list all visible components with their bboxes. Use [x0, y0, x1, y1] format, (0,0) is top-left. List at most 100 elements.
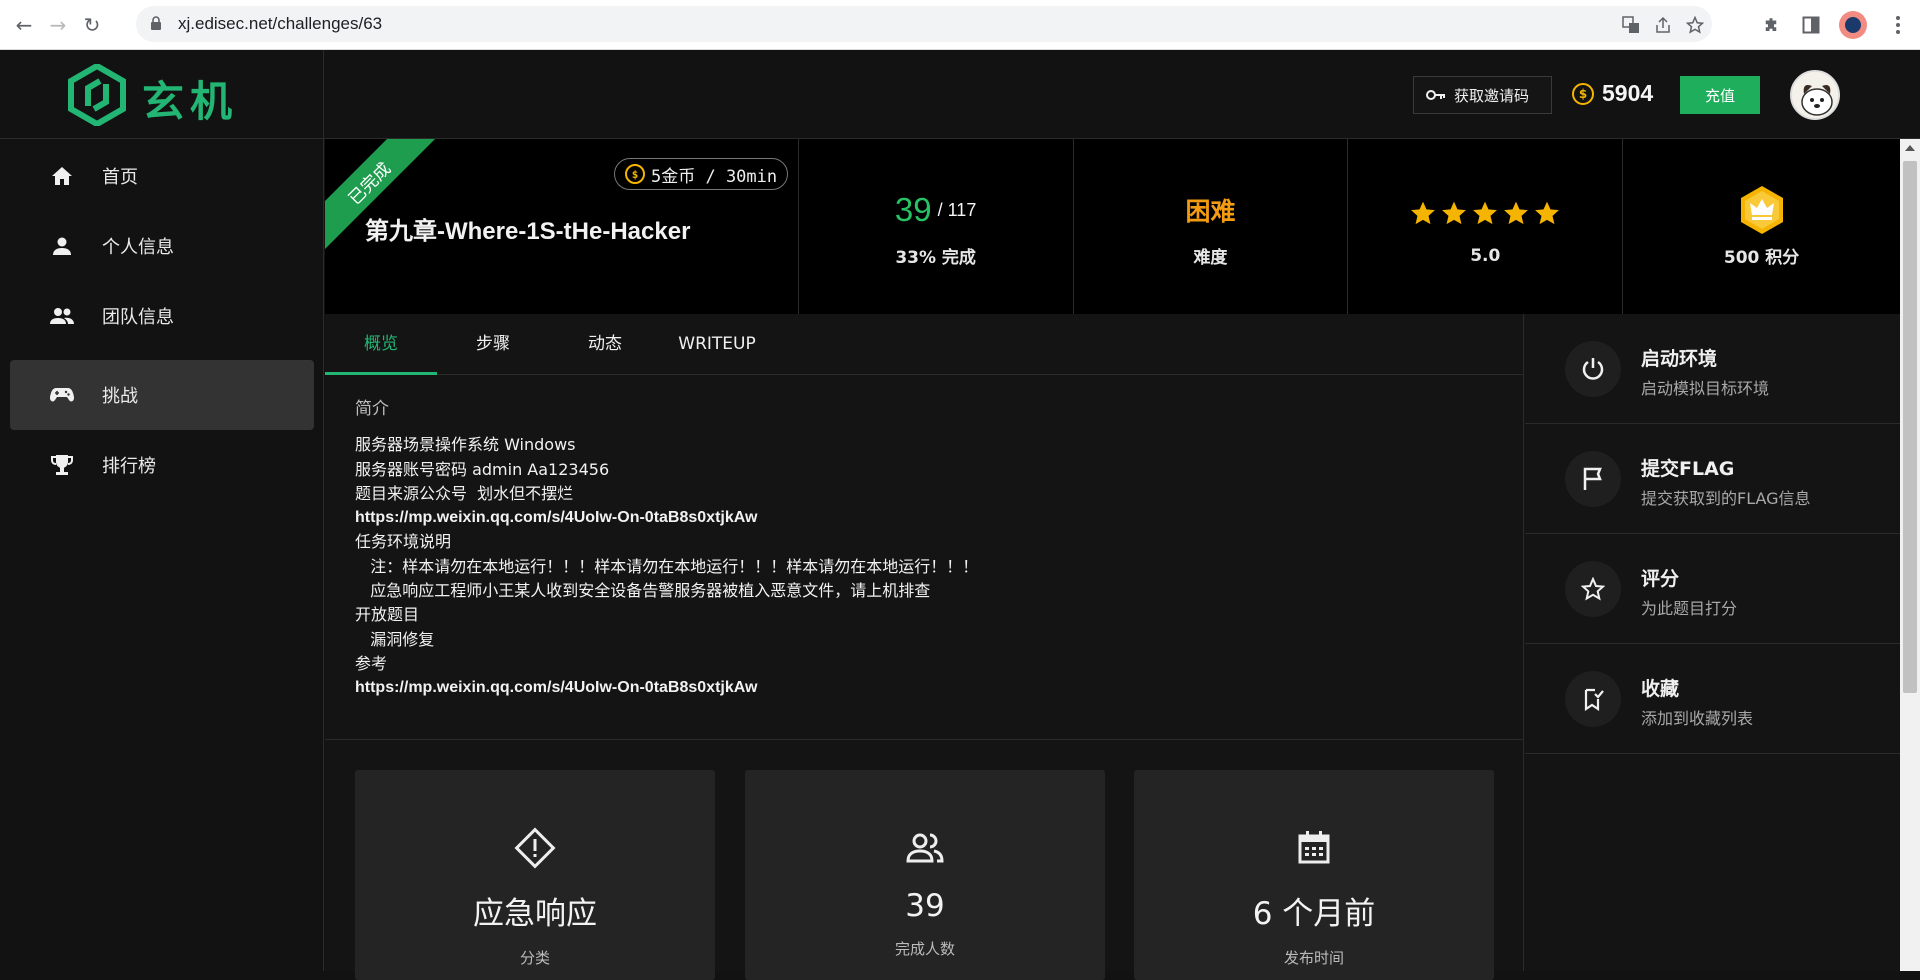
- publish-time-card: 6 个月前 发布时间: [1134, 770, 1494, 980]
- tab-writeup[interactable]: WRITEUP: [661, 314, 773, 375]
- sidebar-item-label: 首页: [102, 167, 138, 188]
- sidebar-item-label: 团队信息: [102, 307, 174, 328]
- points-stat: 500 积分: [1623, 139, 1900, 314]
- category-caption: 分类: [519, 949, 550, 967]
- action-subtitle: 添加到收藏列表: [1641, 709, 1754, 728]
- trophy-icon: [50, 453, 74, 477]
- address-bar[interactable]: xj.edisec.net/challenges/63: [136, 6, 1712, 42]
- solvers-value: 39: [905, 888, 945, 924]
- coin-icon: $: [1572, 82, 1594, 105]
- browser-menu-icon[interactable]: [1888, 12, 1908, 38]
- scroll-up-arrow[interactable]: [1905, 145, 1915, 151]
- publish-time-caption: 发布时间: [1283, 949, 1344, 967]
- solvers-card: 39 完成人数: [745, 770, 1105, 980]
- avatar-image: [1792, 72, 1838, 118]
- description-line: 漏洞修复: [355, 629, 435, 649]
- page-scrollbar[interactable]: [1900, 139, 1920, 971]
- alert-diamond-icon: [514, 827, 556, 869]
- logo-text: 玄机: [142, 77, 239, 126]
- recharge-button[interactable]: 充值: [1680, 76, 1760, 114]
- home-icon: [50, 164, 74, 188]
- main-content: 已完成 $ 5金币 / 30min 第九章-Where-1S-tHe-Hacke…: [325, 139, 1900, 980]
- app-header: 玄机 获取邀请码 $ 5904 充值: [0, 50, 1920, 139]
- share-icon[interactable]: [1652, 14, 1674, 36]
- favorite-button[interactable]: 收藏 添加到收藏列表: [1525, 644, 1900, 754]
- difficulty-label: 难度: [1193, 248, 1228, 268]
- action-subtitle: 为此题目打分: [1641, 599, 1738, 618]
- star-outline-icon: [1565, 561, 1621, 617]
- team-icon: [50, 304, 74, 328]
- price-badge: $ 5金币 / 30min: [614, 158, 789, 190]
- sidebar-item-leaderboard[interactable]: 排行榜: [10, 430, 314, 500]
- lock-icon: [151, 16, 161, 30]
- bookmark-star-icon[interactable]: [1684, 14, 1706, 36]
- tab-activity[interactable]: 动态: [549, 314, 661, 375]
- scrollbar-thumb[interactable]: [1903, 161, 1917, 693]
- star-icon: [1535, 201, 1560, 224]
- user-avatar[interactable]: [1790, 70, 1840, 120]
- price-text: 5金币 / 30min: [651, 166, 778, 187]
- start-environment-button[interactable]: 启动环境 启动模拟目标环境: [1525, 314, 1900, 424]
- tab-overview[interactable]: 概览: [325, 314, 437, 375]
- tab-steps[interactable]: 步骤: [437, 314, 549, 375]
- back-button[interactable]: ←: [10, 11, 38, 39]
- description-line: 开放题目: [355, 605, 420, 625]
- rate-button[interactable]: 评分 为此题目打分: [1525, 534, 1900, 644]
- action-title: 提交FLAG: [1641, 458, 1735, 480]
- star-icon: [1504, 201, 1529, 224]
- browser-profile-avatar[interactable]: [1839, 11, 1867, 39]
- action-title: 评分: [1641, 568, 1680, 590]
- star-icon: [1442, 201, 1467, 224]
- completion-stat: 39 / 117 33% 完成: [799, 139, 1074, 314]
- coin-icon: $: [625, 164, 645, 184]
- category-value: 应急响应: [473, 896, 597, 932]
- coin-count: 5904: [1602, 80, 1654, 106]
- sidebar-item-profile[interactable]: 个人信息: [10, 211, 314, 281]
- gamepad-icon: [50, 383, 74, 407]
- publish-time-value: 6 个月前: [1252, 896, 1376, 932]
- submit-flag-button[interactable]: 提交FLAG 提交获取到的FLAG信息: [1525, 424, 1900, 534]
- coin-balance: $ 5904: [1572, 80, 1653, 107]
- action-subtitle: 启动模拟目标环境: [1641, 379, 1770, 398]
- points-badge-icon: [1740, 186, 1783, 234]
- description-line: 应急响应工程师小王某人收到安全设备告警服务器被植入恶意文件，请上机排查: [355, 581, 931, 601]
- person-icon: [50, 234, 74, 258]
- difficulty-stat: 困难 难度: [1074, 139, 1349, 314]
- reload-button[interactable]: ↻: [78, 11, 106, 39]
- people-icon: [906, 833, 944, 863]
- sidebar-item-home[interactable]: 首页: [10, 141, 314, 211]
- action-subtitle: 提交获取到的FLAG信息: [1641, 489, 1811, 508]
- challenge-content: 概览 步骤 动态 WRITEUP 简介 服务器场景操作系统 Windows 服务…: [325, 314, 1524, 980]
- description-line: 服务器账号密码 admin Aa123456: [355, 459, 610, 479]
- extensions-icon[interactable]: [1758, 12, 1784, 38]
- invite-label: 获取邀请码: [1454, 86, 1530, 105]
- translate-icon[interactable]: [1620, 14, 1642, 36]
- flag-icon: [1565, 451, 1621, 507]
- forward-button[interactable]: →: [44, 11, 72, 39]
- logo[interactable]: 玄机: [0, 50, 324, 139]
- sidebar-item-challenges[interactable]: 挑战: [10, 360, 314, 430]
- description-link[interactable]: https://mp.weixin.qq.com/s/4UoIw-On-0taB…: [355, 676, 1495, 700]
- points-value: 500 积分: [1723, 248, 1800, 268]
- sidebar-item-team[interactable]: 团队信息: [10, 281, 314, 351]
- description-line: 服务器场景操作系统 Windows: [355, 435, 576, 455]
- description: 简介 服务器场景操作系统 Windows 服务器账号密码 admin Aa123…: [355, 397, 1495, 701]
- browser-toolbar: ← → ↻ xj.edisec.net/challenges/63: [0, 0, 1920, 50]
- description-link[interactable]: https://mp.weixin.qq.com/s/4UoIw-On-0taB…: [355, 506, 1495, 530]
- total-count: / 117: [937, 199, 977, 220]
- sidebar-item-label: 挑战: [102, 386, 138, 407]
- challenge-stats-row: 已完成 $ 5金币 / 30min 第九章-Where-1S-tHe-Hacke…: [325, 139, 1900, 314]
- solvers-caption: 完成人数: [894, 940, 955, 958]
- action-title: 启动环境: [1641, 348, 1718, 370]
- tab-bar: 概览 步骤 动态 WRITEUP: [325, 314, 1524, 375]
- get-invite-code-button[interactable]: 获取邀请码: [1413, 76, 1552, 114]
- url-text: xj.edisec.net/challenges/63: [178, 14, 383, 33]
- difficulty-value: 困难: [1185, 197, 1236, 226]
- category-card: 应急响应 分类: [355, 770, 715, 980]
- power-icon: [1565, 341, 1621, 397]
- side-panel-icon[interactable]: [1798, 12, 1824, 38]
- action-title: 收藏: [1641, 678, 1680, 700]
- sidebar: 首页 个人信息 团队信息 挑战 排行榜: [0, 139, 324, 971]
- rating-stat: 5.0: [1348, 139, 1624, 314]
- divider: [325, 739, 1524, 740]
